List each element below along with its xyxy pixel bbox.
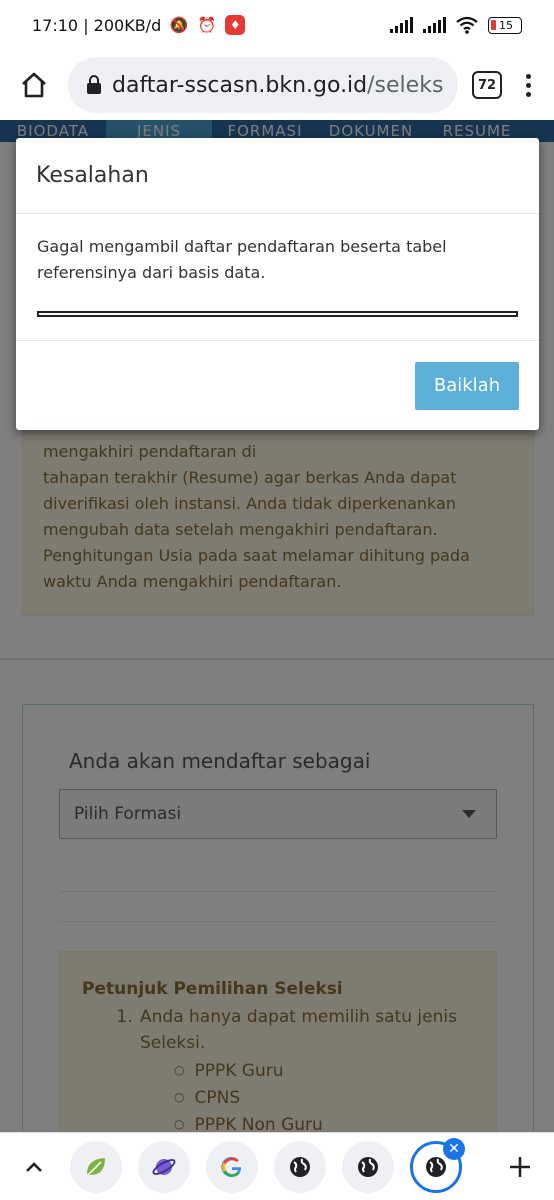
google-icon bbox=[221, 1156, 242, 1177]
lock-icon bbox=[87, 75, 101, 94]
address-bar[interactable]: daftar-sscasn.bkn.go.id/seleks bbox=[68, 57, 458, 113]
tab-thumb-3[interactable] bbox=[206, 1140, 258, 1193]
error-dialog: Kesalahan Gagal mengambil daftar pendaft… bbox=[16, 138, 539, 430]
status-right: 15 bbox=[390, 16, 522, 34]
globe-icon bbox=[426, 1156, 446, 1177]
status-bar: 17:10 | 200KB/d 🔕 ⏰ ♦ 15 bbox=[0, 0, 554, 50]
tab-thumb-1[interactable] bbox=[70, 1140, 122, 1193]
dialog-header: Kesalahan bbox=[16, 138, 539, 214]
wifi-icon bbox=[456, 16, 478, 34]
tab-thumb-2[interactable] bbox=[138, 1140, 190, 1193]
browser-toolbar: daftar-sscasn.bkn.go.id/seleks 72 bbox=[0, 50, 554, 120]
dialog-message: Gagal mengambil daftar pendaftaran beser… bbox=[37, 237, 447, 282]
globe-icon bbox=[358, 1156, 378, 1177]
dialog-title: Kesalahan bbox=[36, 163, 149, 188]
plus-icon bbox=[510, 1156, 530, 1177]
new-tab-button[interactable] bbox=[500, 1147, 540, 1187]
tab-thumb-4[interactable] bbox=[274, 1140, 326, 1193]
status-left: 17:10 | 200KB/d 🔕 ⏰ ♦ bbox=[32, 15, 246, 35]
url-host: daftar-sscasn.bkn.go.id bbox=[112, 72, 368, 98]
signal-icon bbox=[390, 17, 413, 33]
status-time: 17:10 | 200KB/d bbox=[32, 15, 162, 35]
chevron-up-icon bbox=[26, 1161, 42, 1172]
url-path: /seleks bbox=[367, 72, 444, 98]
home-icon bbox=[22, 72, 46, 98]
tab-switcher-button[interactable]: 72 bbox=[472, 71, 502, 99]
app-notification-icon: ♦ bbox=[225, 15, 246, 35]
ok-button[interactable]: Baiklah bbox=[415, 361, 519, 410]
signal-icon-2 bbox=[423, 17, 446, 33]
leaf-icon bbox=[87, 1157, 105, 1176]
url-text: daftar-sscasn.bkn.go.id/seleks bbox=[112, 73, 443, 98]
dialog-footer: Baiklah bbox=[16, 341, 539, 430]
battery-icon: 15 bbox=[488, 16, 522, 34]
expand-tabs-button[interactable] bbox=[14, 1147, 54, 1187]
planet-icon bbox=[152, 1158, 176, 1175]
close-tab-icon[interactable]: ✕ bbox=[443, 1137, 465, 1160]
home-button[interactable] bbox=[14, 65, 54, 105]
dialog-body: Gagal mengambil daftar pendaftaran beser… bbox=[16, 214, 539, 341]
progress-bar bbox=[37, 311, 518, 317]
alarm-icon: ⏰ bbox=[197, 16, 217, 34]
tab-thumb-6-active[interactable]: ✕ bbox=[410, 1137, 465, 1193]
battery-level: 15 bbox=[499, 18, 513, 32]
mute-notification-icon: 🔕 bbox=[169, 16, 189, 34]
globe-icon bbox=[290, 1156, 310, 1177]
bottom-tab-bar: ✕ bbox=[0, 1132, 554, 1200]
tab-thumb-5[interactable] bbox=[342, 1140, 394, 1193]
browser-menu-button[interactable] bbox=[516, 73, 540, 97]
